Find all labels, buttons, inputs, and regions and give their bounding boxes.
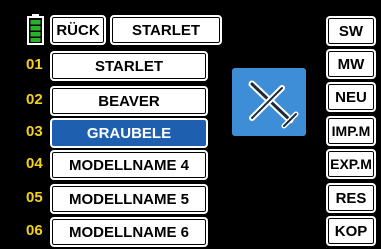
model-name-button[interactable]: STARLET (110, 15, 222, 45)
reset-button[interactable]: RES (326, 183, 376, 213)
row-number: 04 (26, 155, 43, 172)
glider-icon (248, 80, 299, 129)
new-button[interactable]: NEU (326, 82, 376, 112)
model-slot-5[interactable]: MODELLNAME 5 (50, 184, 208, 214)
model-slot-6[interactable]: MODELLNAME 6 (50, 217, 208, 247)
mw-button[interactable]: MW (326, 49, 376, 79)
import-model-button[interactable]: IMP.M (326, 116, 376, 146)
export-model-button[interactable]: EXP.M (326, 149, 376, 179)
sw-button[interactable]: SW (326, 16, 376, 46)
row-number: 06 (26, 222, 43, 239)
battery-icon (27, 14, 44, 45)
row-number: 05 (26, 189, 43, 206)
model-slot-4[interactable]: MODELLNAME 4 (50, 150, 208, 180)
back-button[interactable]: RÜCK (50, 15, 106, 45)
model-slot-3-selected[interactable]: GRAUBELE (50, 118, 208, 148)
model-slot-1[interactable]: STARLET (50, 51, 208, 81)
row-number: 01 (26, 56, 43, 73)
copy-button[interactable]: KOP (326, 216, 376, 246)
row-number: 02 (26, 91, 43, 108)
model-slot-2[interactable]: BEAVER (50, 86, 208, 116)
model-type-tile (232, 68, 306, 136)
model-select-screen: RÜCK STARLET 01 STARLET 02 BEAVER 03 GRA… (0, 0, 381, 249)
row-number: 03 (26, 123, 43, 140)
